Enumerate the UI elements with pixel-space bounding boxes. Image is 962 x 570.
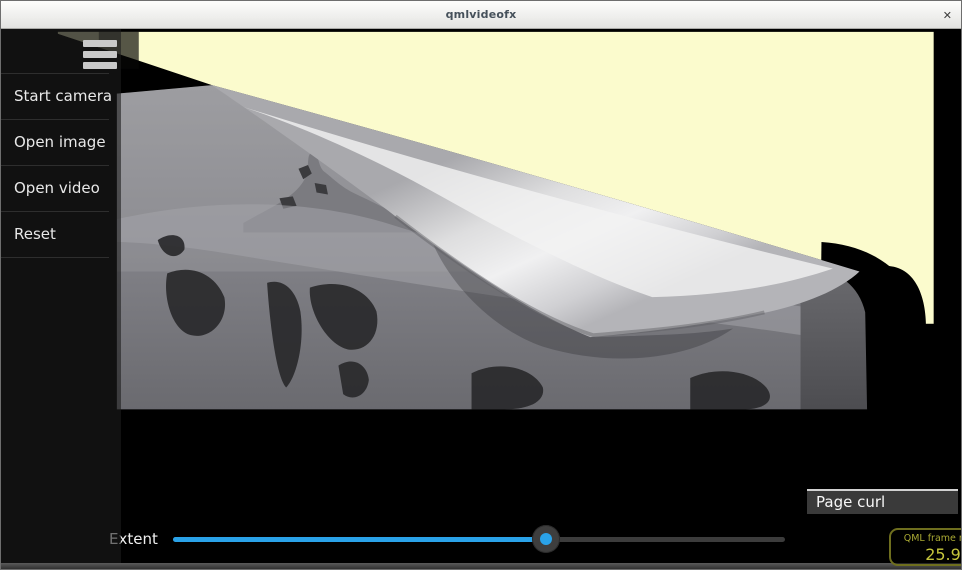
sidebar-menu: Start camera Open image Open video Reset <box>1 73 109 258</box>
sidebar-item-open-video[interactable]: Open video <box>1 165 109 211</box>
slider-handle-dot <box>540 533 552 545</box>
hamburger-icon[interactable] <box>83 40 117 73</box>
window-bottom-strip <box>1 563 962 570</box>
effect-selector-button[interactable]: Page curl <box>807 489 958 514</box>
fps-badge-label: QML frame r... <box>897 533 962 544</box>
menu-divider <box>1 257 109 258</box>
fps-badge-value: 25.95 <box>897 545 962 564</box>
title-bar: qmlvideofx ✕ <box>1 1 961 29</box>
sidebar-item-open-image[interactable]: Open image <box>1 119 109 165</box>
app-window: qmlvideofx ✕ <box>0 0 962 570</box>
fps-badge: QML frame r... 25.95 <box>889 528 962 566</box>
corner-shadow-fill <box>918 324 937 415</box>
close-icon[interactable]: ✕ <box>943 1 952 29</box>
sidebar-item-start-camera[interactable]: Start camera <box>1 73 109 119</box>
slider-handle[interactable] <box>532 525 560 553</box>
sidebar-panel: Start camera Open image Open video Reset <box>1 29 121 564</box>
extent-slider[interactable] <box>173 497 785 553</box>
slider-fill <box>173 537 546 542</box>
content-stage: Extent Page curl QML frame r... 25.95 St… <box>1 29 962 570</box>
window-title: qmlvideofx <box>446 8 517 21</box>
sidebar-item-reset[interactable]: Reset <box>1 211 109 257</box>
